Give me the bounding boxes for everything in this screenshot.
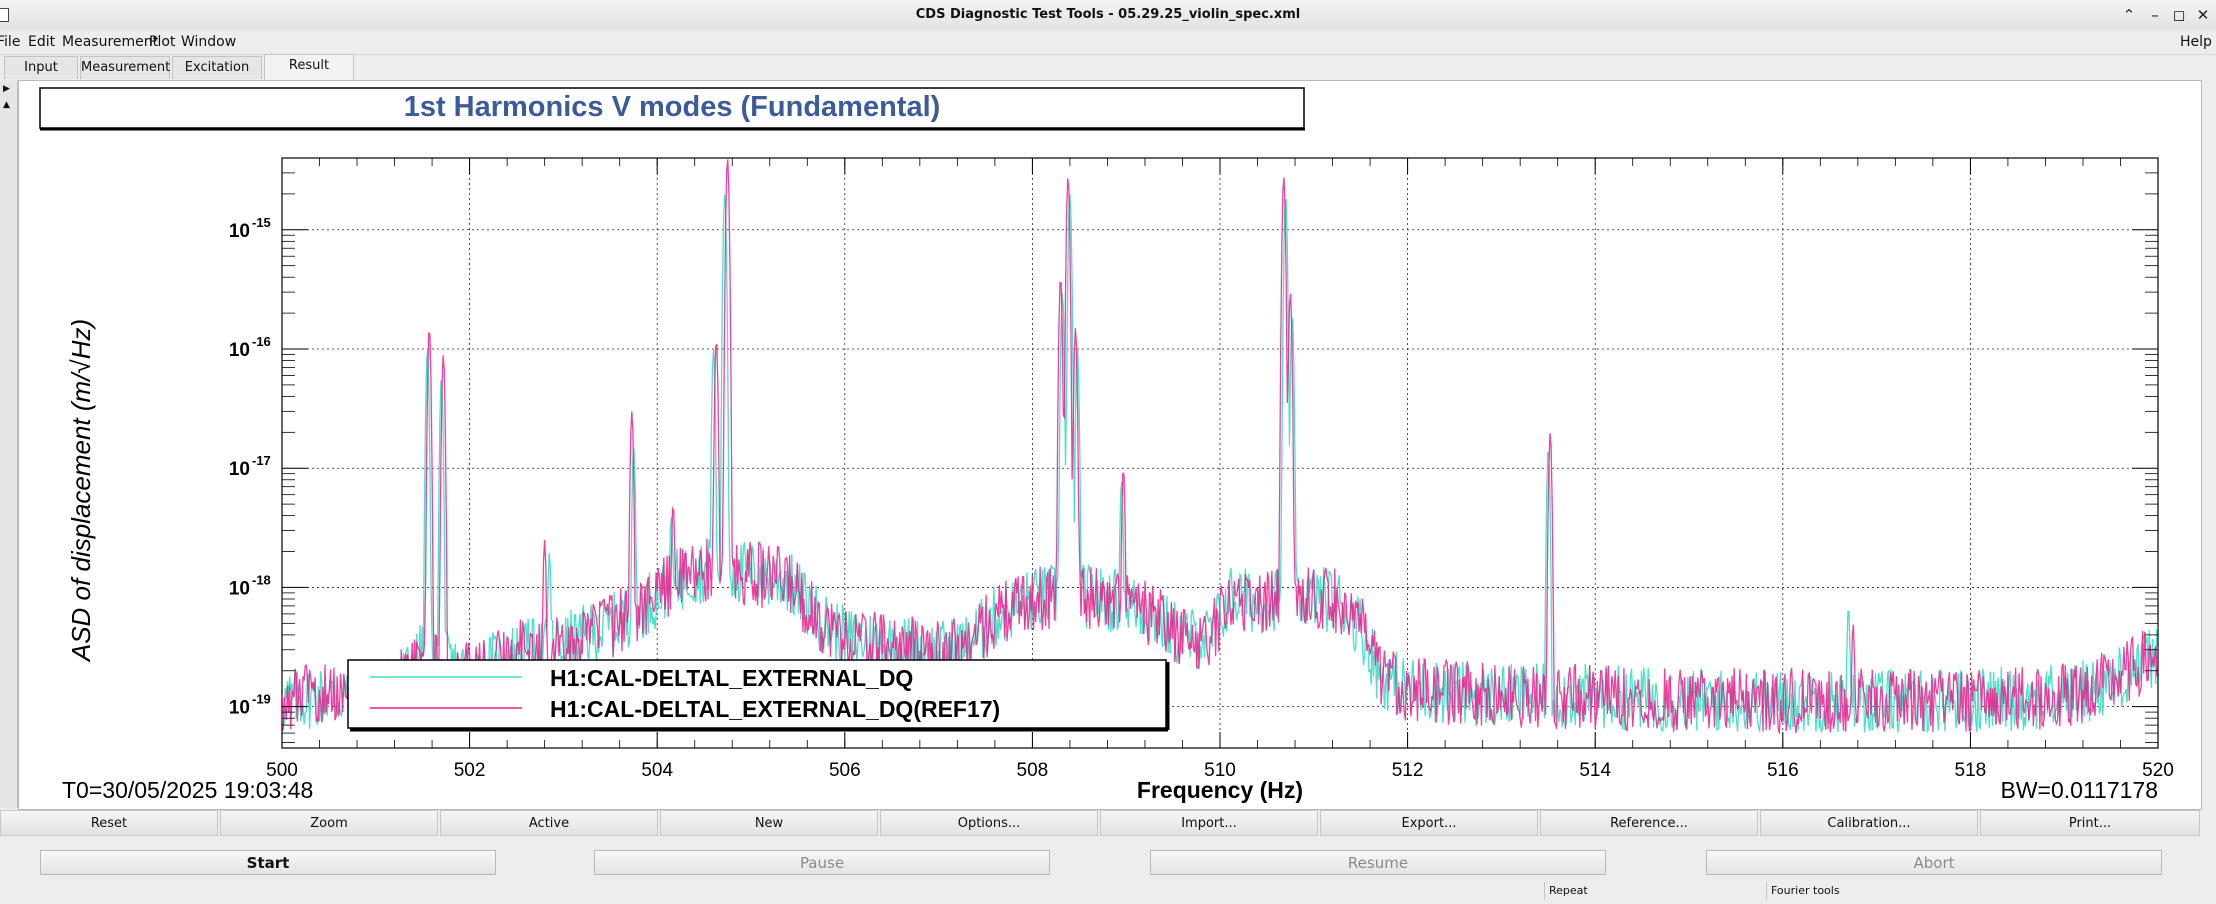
tab-result[interactable]: Result bbox=[264, 54, 354, 80]
zoom-button[interactable]: Zoom bbox=[220, 810, 438, 836]
bandwidth-readout: BW=0.0117178 bbox=[2001, 777, 2159, 803]
calibration-button[interactable]: Calibration... bbox=[1760, 810, 1978, 836]
chevron-up-icon[interactable]: ⌃ bbox=[2118, 4, 2140, 26]
active-button[interactable]: Active bbox=[440, 810, 658, 836]
abort-button[interactable]: Abort bbox=[1706, 850, 2162, 875]
x-tick-label: 508 bbox=[1017, 760, 1049, 781]
x-tick-label: 516 bbox=[1767, 760, 1799, 781]
menu-measurement[interactable]: Measurement bbox=[62, 30, 158, 54]
x-tick-label: 506 bbox=[829, 760, 861, 781]
close-icon[interactable]: ✕ bbox=[2192, 4, 2214, 26]
chart-title: 1st Harmonics V modes (Fundamental) bbox=[404, 91, 941, 123]
start-button[interactable]: Start bbox=[40, 850, 496, 875]
y-tick-exponent: -16 bbox=[252, 334, 271, 349]
menu-window[interactable]: Window bbox=[181, 30, 236, 54]
x-tick-label: 502 bbox=[454, 760, 486, 781]
import-button[interactable]: Import... bbox=[1100, 810, 1318, 836]
new-button[interactable]: New bbox=[660, 810, 878, 836]
y-tick-exponent: -19 bbox=[252, 692, 271, 707]
y-tick-label: 10 bbox=[229, 578, 250, 599]
expand-arrow-icon[interactable]: ▶ bbox=[3, 84, 10, 94]
x-axis-label: Frequency (Hz) bbox=[1137, 777, 1303, 803]
x-tick-label: 512 bbox=[1392, 760, 1424, 781]
tab-input[interactable]: Input bbox=[4, 56, 78, 79]
legend: H1:CAL-DELTAL_EXTERNAL_DQ H1:CAL-DELTAL_… bbox=[347, 659, 1170, 732]
legend-label-series-2: H1:CAL-DELTAL_EXTERNAL_DQ(REF17) bbox=[550, 696, 1000, 722]
window-title: CDS Diagnostic Test Tools - 05.29.25_vio… bbox=[915, 7, 1301, 22]
minimize-icon[interactable]: – bbox=[2144, 4, 2166, 26]
t0-readout: T0=30/05/2025 19:03:48 bbox=[62, 777, 313, 803]
maximize-icon[interactable]: ◻ bbox=[2168, 4, 2190, 26]
y-tick-labels: 10 -1510 -1610 -1710 -1810 -19 bbox=[229, 215, 271, 719]
menu-edit[interactable]: Edit bbox=[28, 30, 55, 54]
y-tick-label: 10 bbox=[229, 340, 250, 361]
resume-button[interactable]: Resume bbox=[1150, 850, 1606, 875]
legend-label-series-1: H1:CAL-DELTAL_EXTERNAL_DQ bbox=[550, 665, 913, 691]
tab-measurement[interactable]: Measurement bbox=[80, 56, 170, 79]
fourier-tools-option[interactable]: Fourier tools bbox=[1766, 882, 2071, 900]
reference-button[interactable]: Reference... bbox=[1540, 810, 1758, 836]
y-tick-exponent: -17 bbox=[252, 453, 271, 468]
x-tick-label: 518 bbox=[1955, 760, 1987, 781]
x-tick-label: 514 bbox=[1579, 760, 1611, 781]
tab-excitation[interactable]: Excitation bbox=[172, 56, 262, 79]
repeat-option[interactable]: Repeat bbox=[1544, 882, 1759, 900]
collapse-arrow-icon[interactable]: ▲ bbox=[3, 100, 10, 110]
asd-chart[interactable]: 1st Harmonics V modes (Fundamental) 500 5… bbox=[18, 80, 2200, 808]
export-button[interactable]: Export... bbox=[1320, 810, 1538, 836]
options-button[interactable]: Options... bbox=[880, 810, 1098, 836]
y-tick-exponent: -18 bbox=[252, 572, 271, 587]
pause-button[interactable]: Pause bbox=[594, 850, 1050, 875]
panel-toggle-strip bbox=[0, 80, 18, 808]
menubar bbox=[0, 30, 2216, 55]
menu-file[interactable]: File bbox=[0, 30, 20, 54]
menu-plot[interactable]: Plot bbox=[149, 30, 175, 54]
reset-button[interactable]: Reset bbox=[0, 810, 218, 836]
print-button[interactable]: Print... bbox=[1980, 810, 2200, 836]
y-tick-label: 10 bbox=[229, 698, 250, 719]
x-tick-label: 504 bbox=[641, 760, 673, 781]
y-tick-label: 10 bbox=[229, 221, 250, 242]
menu-help[interactable]: Help bbox=[2180, 30, 2212, 54]
y-axis-label: ASD of displacement (m/√Hz) bbox=[66, 319, 96, 663]
y-tick-label: 10 bbox=[229, 459, 250, 480]
y-tick-exponent: -15 bbox=[252, 215, 271, 230]
